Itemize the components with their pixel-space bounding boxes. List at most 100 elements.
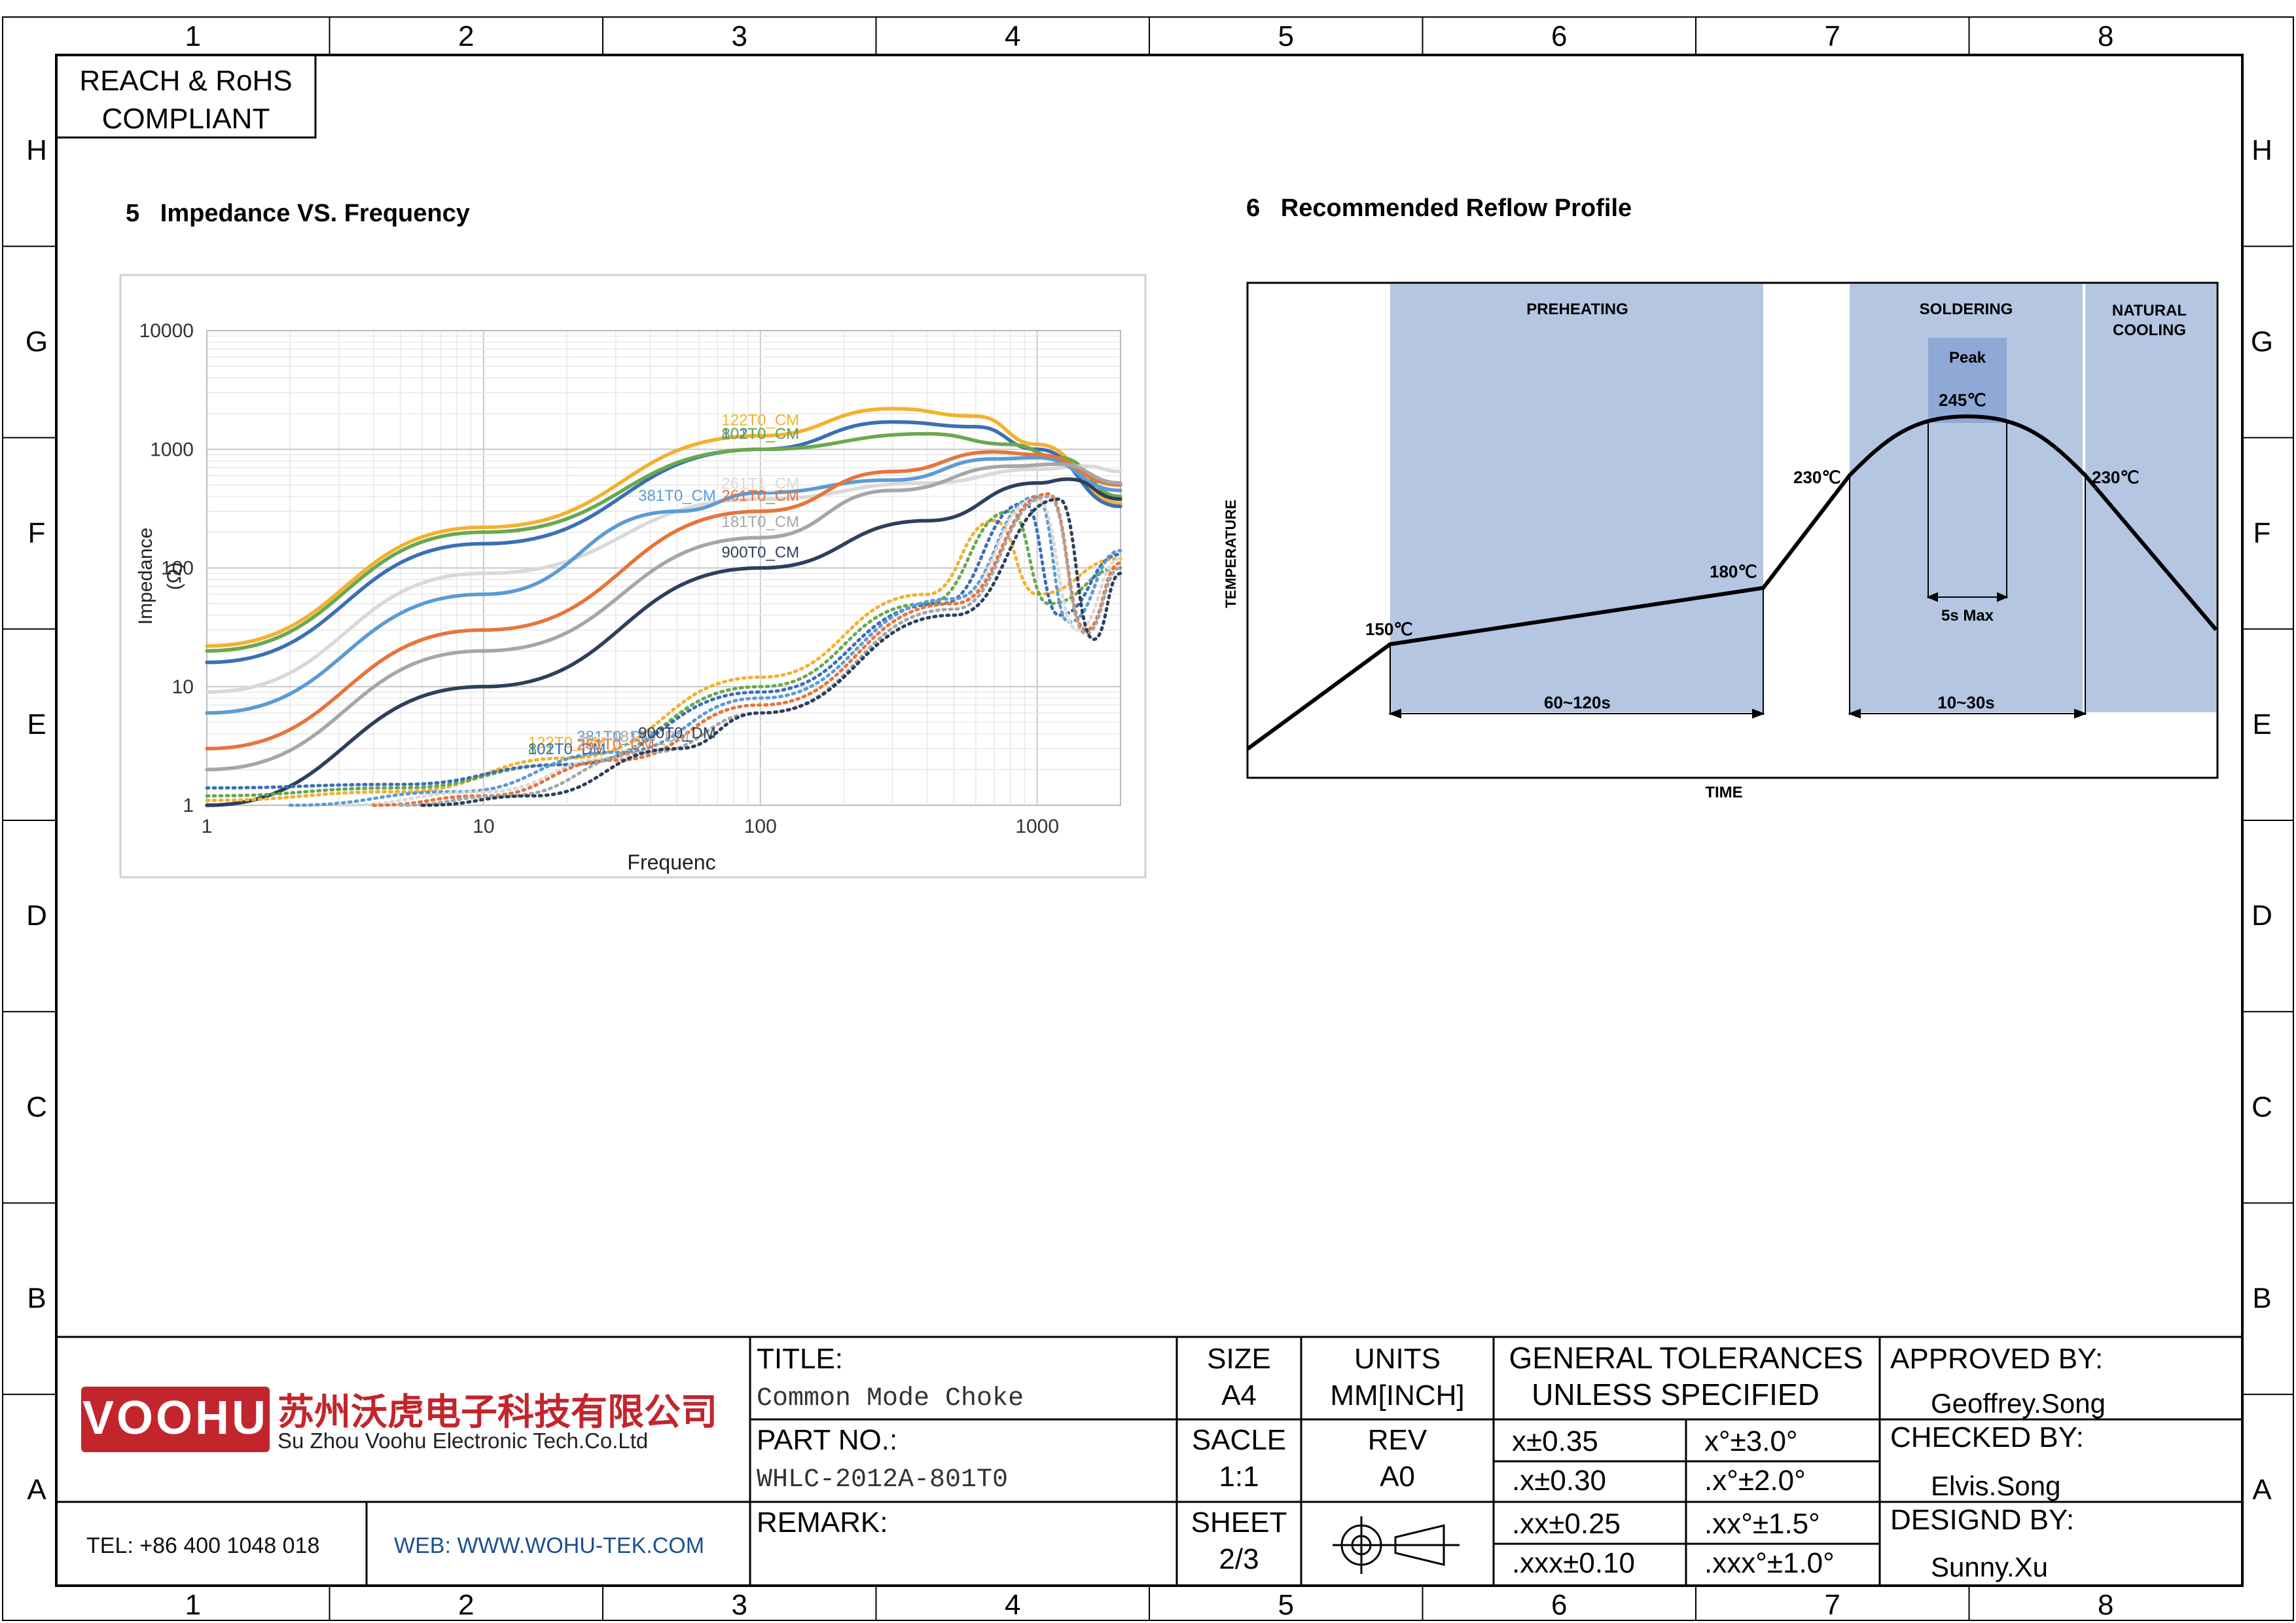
website: WEB: WWW.WOHU-TEK.COM <box>394 1533 704 1558</box>
column-label-top: 6 <box>1551 20 1567 52</box>
row-label-right: C <box>2251 1091 2272 1123</box>
row-label-left: A <box>27 1474 46 1506</box>
units-label: UNITS <box>1354 1343 1441 1375</box>
column-label-top: 7 <box>1825 20 1840 52</box>
row-label-right: D <box>2251 900 2272 932</box>
x-tick-label: 100 <box>744 816 777 837</box>
tolerance-header-1: GENERAL TOLERANCES <box>1509 1341 1863 1375</box>
sheet-value: 2/3 <box>1219 1543 1259 1575</box>
column-label-bottom: 6 <box>1551 1589 1567 1621</box>
x-tick-label: 1000 <box>1015 816 1059 837</box>
title-value: Common Mode Choke <box>757 1384 1024 1413</box>
approved-value: Geoffrey.Song <box>1931 1388 2106 1419</box>
tolerance-linear: .x±0.30 <box>1512 1465 1606 1497</box>
tolerance-header-2: UNLESS SPECIFIED <box>1532 1377 1820 1412</box>
remark-label: REMARK: <box>757 1506 888 1539</box>
row-label-right: E <box>2252 708 2271 740</box>
part-value: WHLC-2012A-801T0 <box>757 1465 1008 1495</box>
scale-label: SACLE <box>1192 1424 1286 1456</box>
zone-peak-label: Peak <box>1949 349 1986 367</box>
zone-preheating-label: PREHEATING <box>1526 301 1628 318</box>
row-label-right: G <box>2251 325 2273 357</box>
tolerance-angular: .xxx°±1.0° <box>1704 1547 1835 1579</box>
column-label-bottom: 7 <box>1825 1589 1840 1621</box>
y-tick-label: 10 <box>172 676 194 698</box>
impedance-xlabel: Frequenc <box>627 850 715 874</box>
scale-value: 1:1 <box>1219 1461 1259 1493</box>
row-label-left: H <box>26 134 47 166</box>
reflow-ylabel: TEMPERATURE <box>1223 500 1239 608</box>
designed-value: Sunny.Xu <box>1931 1552 2048 1582</box>
impedance-ylabel-line2: (Ω) <box>164 562 185 590</box>
approved-label: APPROVED BY: <box>1890 1343 2103 1375</box>
row-label-right: A <box>2252 1474 2272 1506</box>
tolerance-angular: x°±3.0° <box>1704 1425 1798 1457</box>
series-label-381T0_CM: 381T0_CM <box>638 487 716 505</box>
row-label-left: D <box>26 900 47 932</box>
title-label: TITLE: <box>757 1343 843 1375</box>
tolerance-linear: .xxx±0.10 <box>1512 1547 1635 1579</box>
checked-label: CHECKED BY: <box>1890 1421 2084 1453</box>
column-label-bottom: 8 <box>2098 1589 2113 1621</box>
size-value: A4 <box>1221 1379 1257 1412</box>
tolerance-angular: .xx°±1.5° <box>1704 1508 1820 1540</box>
zone-cooling-label-1: NATURAL <box>2112 302 2187 319</box>
column-label-bottom: 4 <box>1005 1589 1020 1621</box>
designed-label: DESIGND BY: <box>1890 1504 2074 1536</box>
impedance-chart: 1 10 100 1000110100100010000 122T0_CM102T0_… <box>119 274 1147 879</box>
column-label-bottom: 1 <box>185 1589 201 1621</box>
tolerance-linear: x±0.35 <box>1512 1425 1598 1457</box>
column-label-top: 8 <box>2098 20 2113 52</box>
drawing-sheet: 1122334455667788H HG GF FE ED DC CB BA A REACH &… <box>2 16 2294 1621</box>
column-label-top: 2 <box>458 20 474 52</box>
row-label-right: F <box>2253 517 2271 549</box>
checked-value: Elvis.Song <box>1931 1470 2060 1501</box>
zone-soldering-label: SOLDERING <box>1920 301 2013 318</box>
column-label-top: 3 <box>732 20 747 52</box>
temp-245: 245℃ <box>1939 390 1986 410</box>
tolerance-linear: .xx±0.25 <box>1512 1508 1621 1540</box>
projection-symbol-icon <box>1333 1516 1460 1574</box>
series-label-801T0_CM: 801T0_CM <box>721 425 799 443</box>
section6-title: 6 Recommended Reflow Profile <box>1246 194 1632 222</box>
tolerance-angular: .x°±2.0° <box>1704 1465 1806 1497</box>
rev-label: REV <box>1368 1424 1427 1456</box>
temp-180: 180℃ <box>1710 562 1757 581</box>
series-label-181T0_CM: 181T0_CM <box>721 513 799 531</box>
row-label-right: H <box>2251 134 2272 166</box>
row-label-left: C <box>26 1091 47 1123</box>
y-tick-label: 1000 <box>150 439 194 460</box>
row-label-left: G <box>26 325 48 357</box>
units-value: MM[INCH] <box>1330 1379 1464 1412</box>
size-label: SIZE <box>1207 1343 1271 1375</box>
tel: TEL: +86 400 1048 018 <box>86 1533 319 1558</box>
zone-cooling-label-2: COOLING <box>2113 321 2186 339</box>
y-tick-label: 10000 <box>139 320 194 342</box>
y-tick-label: 1 <box>183 795 194 816</box>
column-label-top: 5 <box>1278 20 1294 52</box>
compliance-line-1: REACH & RoHS <box>79 65 292 97</box>
sheet-label: SHEET <box>1191 1506 1287 1539</box>
column-label-bottom: 5 <box>1278 1589 1294 1621</box>
x-tick-label: 10 <box>473 816 494 837</box>
reflow-xlabel: TIME <box>1705 784 1742 801</box>
duration-solder: 10~30s <box>1937 693 1994 712</box>
impedance-ylabel-line1: Impedance <box>135 528 156 625</box>
x-tick-label: 1 <box>202 816 213 837</box>
row-label-right: B <box>2252 1283 2271 1315</box>
title-block: VOOHU 苏州沃虎电子科技有限公司 Su Zhou Voohu Electro… <box>56 1336 2242 1586</box>
compliance-box: REACH & RoHS COMPLIANT <box>55 54 317 139</box>
rev-value: A0 <box>1380 1461 1415 1493</box>
column-label-top: 4 <box>1005 20 1020 52</box>
duration-peak: 5s Max <box>1941 607 1994 625</box>
row-label-left: B <box>27 1283 46 1315</box>
company-name-en: Su Zhou Voohu Electronic Tech.Co.Ltd <box>278 1429 648 1453</box>
company-logo: VOOHU <box>81 1387 270 1452</box>
zone-preheating <box>1390 284 1763 712</box>
column-label-bottom: 3 <box>732 1589 747 1621</box>
temp-230-fall: 230℃ <box>2092 467 2140 487</box>
section5-title: 5 Impedance VS. Frequency <box>126 200 470 227</box>
column-label-bottom: 2 <box>458 1589 474 1621</box>
series-label-900T0_CM: 900T0_CM <box>721 544 799 562</box>
reflow-chart: PREHEATING SOLDERING NATURAL COOLING Pea… <box>1223 282 2219 801</box>
